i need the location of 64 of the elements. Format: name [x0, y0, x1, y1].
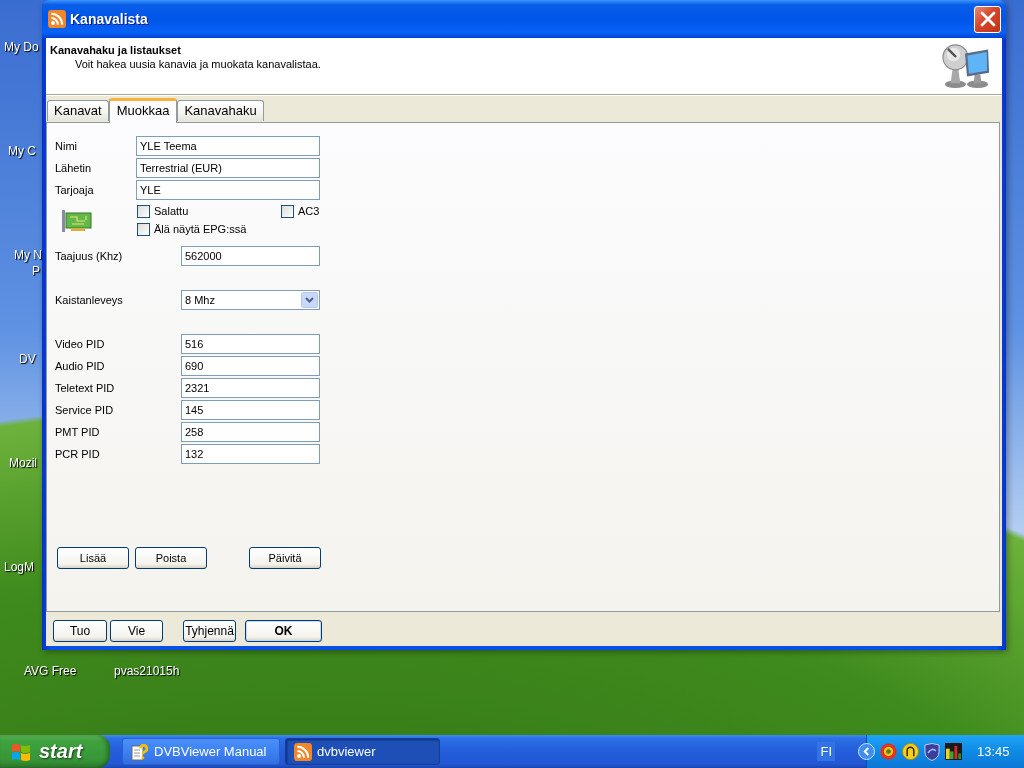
- bar-graph-icon[interactable]: [945, 743, 962, 760]
- field-label: Tarjoaja: [55, 184, 94, 196]
- text-field[interactable]: 132: [181, 444, 320, 464]
- desktop-icon-label[interactable]: LogM: [4, 560, 35, 574]
- rss-icon: [294, 742, 312, 761]
- dialog-button[interactable]: Tuo: [53, 620, 107, 642]
- panel-button[interactable]: Poista: [135, 547, 207, 569]
- desktop-icon-label[interactable]: My Do: [4, 40, 39, 54]
- checkbox-label[interactable]: Älä näytä EPG:ssä: [154, 223, 247, 235]
- chevron-left-icon[interactable]: [858, 743, 875, 760]
- field-label: PMT PID: [55, 426, 100, 438]
- help-document-icon: [131, 742, 149, 761]
- checkbox-label[interactable]: AC3: [298, 205, 320, 217]
- text-field[interactable]: 2321: [181, 378, 320, 398]
- field-label: Taajuus (Khz): [55, 250, 123, 262]
- desktop-icon-label[interactable]: pvas21015h: [114, 664, 180, 678]
- text-field[interactable]: Terrestrial (EUR): [136, 158, 320, 178]
- taskbar-button[interactable]: dvbviewer: [285, 738, 440, 765]
- checkbox[interactable]: [137, 222, 150, 236]
- close-icon: [979, 11, 996, 27]
- start-button[interactable]: start: [0, 735, 110, 768]
- text-field[interactable]: YLE: [136, 180, 320, 200]
- field-label: Nimi: [55, 140, 77, 152]
- panel-button[interactable]: Lisää: [57, 547, 129, 569]
- text-field[interactable]: 258: [181, 422, 320, 442]
- field-label: Lähetin: [55, 162, 92, 174]
- shield-icon[interactable]: [924, 742, 940, 761]
- text-field[interactable]: 562000: [181, 246, 320, 266]
- tab[interactable]: Kanavahaku: [177, 100, 264, 121]
- panel-button[interactable]: Päivitä: [249, 547, 321, 569]
- field-label: Audio PID: [55, 360, 105, 372]
- dialog-button[interactable]: Vie: [110, 620, 163, 642]
- taskbar-button[interactable]: DVBViewer Manual: [122, 738, 280, 765]
- text-field[interactable]: YLE Teema: [136, 136, 320, 156]
- dialog-button[interactable]: Tyhjennä: [183, 620, 236, 642]
- checkbox-label[interactable]: Salattu: [154, 205, 189, 217]
- close-button[interactable]: [974, 5, 1001, 33]
- checkbox[interactable]: [281, 204, 294, 218]
- clock: 13:45: [977, 744, 1010, 759]
- target-icon[interactable]: [880, 743, 897, 760]
- dialog-button[interactable]: OK: [245, 620, 322, 642]
- field-label: Teletext PID: [55, 382, 115, 394]
- text-field[interactable]: 690: [181, 356, 320, 376]
- bandwidth-dropdown[interactable]: 8 Mhz: [181, 290, 320, 310]
- field-label: Service PID: [55, 404, 114, 416]
- desktop-icon-label[interactable]: My C: [8, 144, 36, 158]
- tab[interactable]: Kanavat: [47, 100, 109, 121]
- field-label: Kaistanleveys: [55, 294, 123, 306]
- header-title: Kanavahaku ja listaukset: [50, 43, 182, 57]
- text-field[interactable]: 145: [181, 400, 320, 420]
- chevron-down-icon: [301, 292, 318, 308]
- flag-icon: [10, 741, 32, 762]
- header-subtitle: Voit hakea uusia kanavia ja muokata kanavalistaa.: [74, 57, 321, 71]
- field-label: PCR PID: [55, 448, 100, 460]
- tab[interactable]: Muokkaa: [108, 98, 178, 123]
- language-indicator[interactable]: FI: [817, 742, 835, 761]
- field-label: Video PID: [55, 338, 105, 350]
- window-title: Kanavalista: [70, 11, 149, 27]
- text-field[interactable]: 516: [181, 334, 320, 354]
- rss-icon: [48, 10, 66, 28]
- desktop-icon-label[interactable]: AVG Free: [24, 664, 77, 678]
- checkbox[interactable]: [137, 204, 150, 218]
- circuit-card-icon: [62, 210, 92, 232]
- arch-icon[interactable]: [902, 743, 919, 760]
